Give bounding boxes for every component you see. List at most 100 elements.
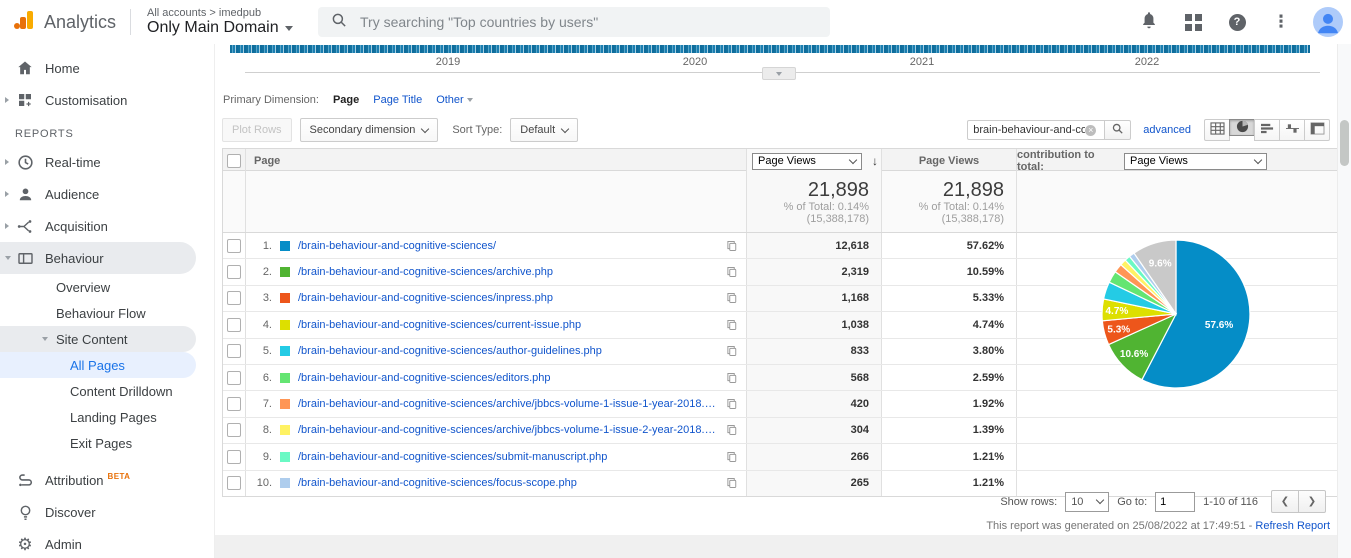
pageviews-percent: 10.59%: [881, 259, 1016, 284]
select-all-checkbox[interactable]: [227, 154, 241, 168]
sidebar-item-landing-pages[interactable]: Landing Pages: [0, 404, 214, 430]
row-checkbox[interactable]: [227, 344, 241, 358]
dimension-page-tab[interactable]: Page: [333, 94, 359, 106]
chevron-down-icon[interactable]: [42, 337, 48, 341]
sidebar-item-exit-pages[interactable]: Exit Pages: [0, 430, 214, 456]
global-search[interactable]: [318, 7, 830, 37]
chevron-right-icon[interactable]: [5, 97, 9, 103]
row-checkbox[interactable]: [227, 476, 241, 490]
sidebar-item-home[interactable]: Home: [0, 52, 214, 84]
row-checkbox[interactable]: [227, 291, 241, 305]
refresh-report-link[interactable]: Refresh Report: [1255, 520, 1330, 532]
dimension-page-title-tab[interactable]: Page Title: [373, 94, 422, 106]
account-property-selector[interactable]: All accounts > imedpub Only Main Domain: [147, 7, 293, 37]
page-link[interactable]: /brain-behaviour-and-cognitive-sciences/…: [298, 424, 718, 436]
notifications-button[interactable]: [1137, 10, 1161, 34]
pageviews-column-header[interactable]: Page Views: [919, 155, 979, 167]
row-checkbox[interactable]: [227, 371, 241, 385]
page-link[interactable]: /brain-behaviour-and-cognitive-sciences/…: [298, 319, 581, 331]
help-button[interactable]: ?: [1225, 10, 1249, 34]
previous-page-button[interactable]: ❮: [1271, 490, 1299, 513]
pageviews-value: 1,038: [746, 312, 881, 337]
sidebar-item-admin[interactable]: ⚙Admin: [0, 528, 214, 558]
advanced-link[interactable]: advanced: [1143, 124, 1191, 136]
chevron-right-icon[interactable]: [5, 223, 9, 229]
row-checkbox[interactable]: [227, 239, 241, 253]
show-rows-select[interactable]: 10: [1065, 492, 1109, 512]
open-page-icon[interactable]: [726, 451, 738, 463]
page-link[interactable]: /brain-behaviour-and-cognitive-sciences/…: [298, 451, 607, 463]
sort-type-button[interactable]: Default: [510, 118, 578, 142]
clear-search-icon[interactable]: ×: [1085, 125, 1096, 136]
table-search-input[interactable]: [973, 124, 1085, 136]
row-checkbox[interactable]: [227, 450, 241, 464]
open-page-icon[interactable]: [726, 398, 738, 410]
plot-rows-button[interactable]: Plot Rows: [222, 118, 292, 142]
secondary-dimension-button[interactable]: Secondary dimension: [300, 118, 439, 142]
chevron-down-icon[interactable]: [5, 256, 11, 260]
chevron-down-icon: [285, 26, 293, 31]
dimension-other-tab[interactable]: Other: [436, 94, 473, 106]
row-checkbox[interactable]: [227, 265, 241, 279]
open-page-icon[interactable]: [726, 345, 738, 357]
page-link[interactable]: /brain-behaviour-and-cognitive-sciences/: [298, 240, 496, 252]
open-page-icon[interactable]: [726, 292, 738, 304]
view-button-data-table[interactable]: [1204, 119, 1230, 141]
pageviews-percent: 57.62%: [881, 233, 1016, 258]
page-column-header[interactable]: Page: [254, 155, 280, 167]
open-page-icon[interactable]: [726, 266, 738, 278]
sidebar-item-behaviour-flow[interactable]: Behaviour Flow: [0, 300, 214, 326]
next-page-button[interactable]: ❯: [1298, 490, 1326, 513]
user-avatar[interactable]: [1313, 7, 1343, 37]
sidebar-item-discover[interactable]: Discover: [0, 496, 214, 528]
open-page-icon[interactable]: [726, 240, 738, 252]
scrollbar-thumb[interactable]: [1340, 120, 1349, 166]
sidebar-item-audience[interactable]: Audience: [0, 178, 214, 210]
pageviews-value: 265: [746, 471, 881, 496]
sidebar-item-label: Content Drilldown: [70, 384, 173, 399]
row-number: 7.: [254, 398, 272, 410]
page-link[interactable]: /brain-behaviour-and-cognitive-sciences/…: [298, 266, 553, 278]
metric-select[interactable]: Page Views: [752, 153, 862, 170]
page-link[interactable]: /brain-behaviour-and-cognitive-sciences/…: [298, 398, 718, 410]
more-options-button[interactable]: ⋮: [1269, 10, 1293, 34]
open-page-icon[interactable]: [726, 477, 738, 489]
open-page-icon[interactable]: [726, 372, 738, 384]
sidebar-item-all-pages[interactable]: All Pages: [0, 352, 196, 378]
view-button-pivot-table[interactable]: [1304, 119, 1330, 141]
row-checkbox[interactable]: [227, 397, 241, 411]
page-link[interactable]: /brain-behaviour-and-cognitive-sciences/…: [298, 345, 602, 357]
sidebar-item-customisation[interactable]: Customisation: [0, 84, 214, 116]
sidebar-item-attribution[interactable]: AttributionBETA: [0, 464, 214, 496]
sidebar-item-real-time[interactable]: Real-time: [0, 146, 214, 178]
more-vertical-icon: ⋮: [1273, 12, 1290, 32]
page-link[interactable]: /brain-behaviour-and-cognitive-sciences/…: [298, 477, 577, 489]
open-page-icon[interactable]: [726, 319, 738, 331]
main-content: 2019202020212022 Primary Dimension: Page…: [215, 44, 1338, 558]
chevron-right-icon[interactable]: [5, 159, 9, 165]
table-search-button[interactable]: [1105, 120, 1131, 140]
home-icon: [14, 58, 36, 78]
apps-button[interactable]: [1181, 10, 1205, 34]
view-button-pie-chart[interactable]: [1229, 119, 1255, 136]
sidebar-item-content-drilldown[interactable]: Content Drilldown: [0, 378, 214, 404]
pageviews-value: 2,319: [746, 259, 881, 284]
row-checkbox[interactable]: [227, 423, 241, 437]
global-search-input[interactable]: [358, 13, 802, 31]
goto-page-input[interactable]: [1155, 492, 1195, 512]
open-page-icon[interactable]: [726, 424, 738, 436]
contribution-metric-select[interactable]: Page Views: [1124, 153, 1267, 170]
sidebar-item-acquisition[interactable]: Acquisition: [0, 210, 214, 242]
view-button-performance-bars[interactable]: [1254, 119, 1280, 141]
page-link[interactable]: /brain-behaviour-and-cognitive-sciences/…: [298, 372, 551, 384]
sidebar-item-overview[interactable]: Overview: [0, 274, 214, 300]
view-button-comparison[interactable]: [1279, 119, 1305, 141]
collapse-graph-button[interactable]: [762, 67, 796, 80]
sidebar-item-site-content[interactable]: Site Content: [0, 326, 196, 352]
sort-descending-icon[interactable]: ↓: [872, 154, 878, 168]
chevron-right-icon[interactable]: [5, 191, 9, 197]
analytics-logo[interactable]: Analytics: [12, 8, 116, 37]
row-checkbox[interactable]: [227, 318, 241, 332]
sidebar-item-behaviour[interactable]: Behaviour: [0, 242, 196, 274]
page-link[interactable]: /brain-behaviour-and-cognitive-sciences/…: [298, 292, 553, 304]
